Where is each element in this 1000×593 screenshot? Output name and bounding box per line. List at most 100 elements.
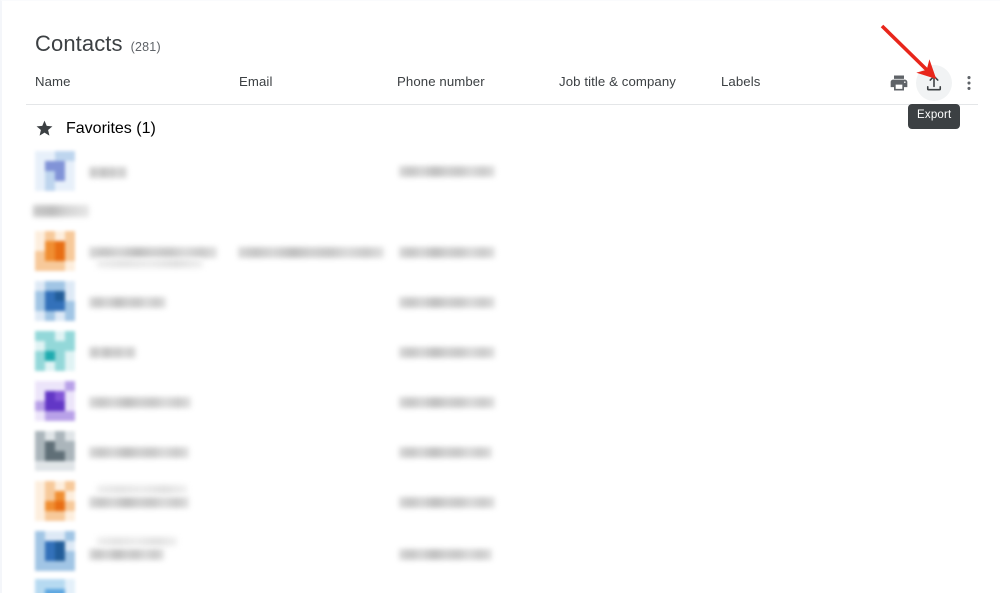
avatar-tile (35, 361, 45, 371)
avatar-tile (35, 331, 45, 341)
avatar-tile (45, 251, 55, 261)
avatar-tile (55, 291, 65, 301)
avatar-tile (55, 251, 65, 261)
avatar-tile (55, 341, 65, 351)
avatar-tile (65, 241, 75, 251)
avatar-tile (35, 311, 45, 321)
contact-row[interactable] (2, 151, 1000, 201)
avatar-tile (65, 441, 75, 451)
avatar-tile (35, 281, 45, 291)
avatar-tile (45, 261, 55, 271)
avatar-tile (65, 331, 75, 341)
avatar-tile (35, 501, 45, 511)
avatar-tile (35, 151, 45, 161)
avatar-tile (35, 541, 45, 551)
avatar-tile (35, 291, 45, 301)
avatar-tile (35, 511, 45, 521)
avatar-tile (35, 461, 45, 471)
blurred-contact-subtext (97, 259, 203, 268)
blurred-contact-name (89, 297, 166, 308)
avatar-tile (35, 431, 45, 441)
blurred-contact-phone (399, 397, 495, 408)
contact-avatar (35, 231, 75, 271)
avatar-tile (55, 241, 65, 251)
avatar-tile (65, 561, 75, 571)
blurred-contact-phone (399, 447, 492, 458)
avatar-tile (65, 511, 75, 521)
avatar-tile (45, 551, 55, 561)
avatar-tile (55, 161, 65, 171)
avatar-tile (65, 461, 75, 471)
avatar-tile (35, 391, 45, 401)
avatar-tile (35, 241, 45, 251)
avatar-tile (35, 561, 45, 571)
avatar-tile (65, 231, 75, 241)
avatar-tile (45, 461, 55, 471)
avatar-tile (55, 501, 65, 511)
avatar-tile (55, 311, 65, 321)
blurred-contact-name (89, 347, 136, 358)
avatar-tile (55, 151, 65, 161)
avatar-tile (35, 161, 45, 171)
avatar-tile (45, 171, 55, 181)
blurred-contact-name (89, 167, 127, 178)
avatar-tile (45, 589, 55, 593)
avatar-tile (65, 311, 75, 321)
avatar-tile (35, 411, 45, 421)
blurred-contact-phone (399, 497, 495, 508)
avatar-tile (65, 551, 75, 561)
contact-avatar (35, 431, 75, 471)
avatar-tile (55, 451, 65, 461)
avatar-tile (45, 301, 55, 311)
avatar-tile (55, 171, 65, 181)
avatar-tile (35, 251, 45, 261)
avatar-tile (65, 491, 75, 501)
blurred-contact-name (89, 247, 217, 258)
avatar-tile (65, 301, 75, 311)
avatar-tile (45, 151, 55, 161)
avatar-tile (35, 261, 45, 271)
avatar-tile (65, 281, 75, 291)
avatar-tile (55, 331, 65, 341)
avatar-tile (55, 381, 65, 391)
avatar-tile (45, 291, 55, 301)
avatar-tile (35, 589, 45, 593)
avatar-tile (45, 181, 55, 191)
blurred-contact-phone (399, 297, 495, 308)
avatar-tile (55, 301, 65, 311)
avatar-tile (55, 261, 65, 271)
avatar-tile (65, 261, 75, 271)
avatar-tile (55, 551, 65, 561)
avatar-tile (45, 481, 55, 491)
avatar-tile (65, 251, 75, 261)
avatar-tile (55, 181, 65, 191)
avatar-tile (45, 511, 55, 521)
avatar-tile (65, 291, 75, 301)
avatar-tile (55, 561, 65, 571)
avatar-tile (35, 181, 45, 191)
avatar-tile (65, 589, 75, 593)
avatar-tile (55, 579, 65, 589)
avatar-tile (45, 411, 55, 421)
avatar-tile (65, 481, 75, 491)
avatar-tile (65, 361, 75, 371)
avatar-tile (45, 501, 55, 511)
avatar-tile (65, 401, 75, 411)
avatar-tile (45, 341, 55, 351)
contact-row[interactable] (2, 331, 1000, 381)
avatar-tile (65, 391, 75, 401)
contact-row[interactable] (2, 579, 1000, 593)
blurred-section-label (33, 205, 89, 217)
avatar-tile (45, 331, 55, 341)
avatar-tile (65, 351, 75, 361)
avatar-tile (45, 579, 55, 589)
blurred-contact-name (89, 447, 189, 458)
avatar-tile (45, 241, 55, 251)
avatar-tile (65, 531, 75, 541)
blurred-contact-phone (399, 247, 495, 258)
avatar-tile (35, 301, 45, 311)
blurred-contact-name (89, 549, 164, 560)
avatar-tile (55, 541, 65, 551)
blurred-contact-phone (399, 347, 495, 358)
avatar-tile (55, 281, 65, 291)
